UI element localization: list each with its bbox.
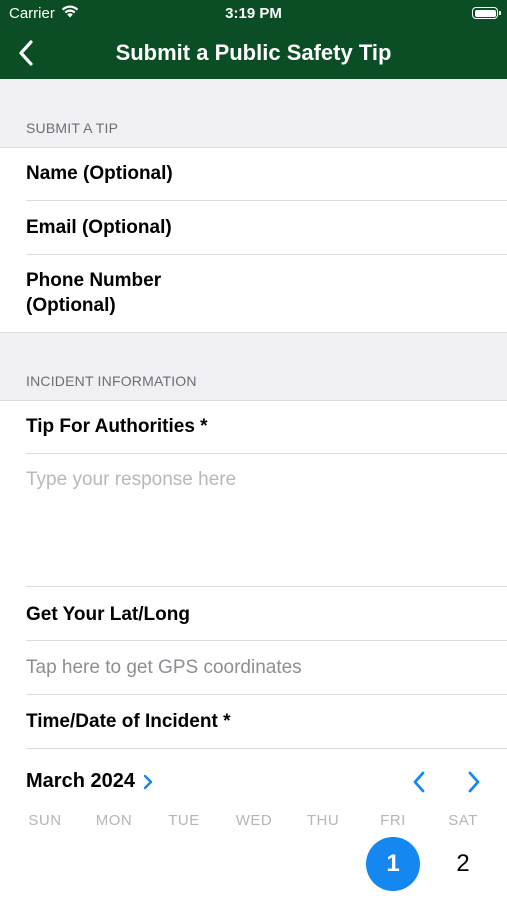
next-month-button[interactable] xyxy=(460,769,488,795)
navigation-bar: Submit a Public Safety Tip xyxy=(0,28,507,79)
weekday-fri: FRI xyxy=(380,812,406,829)
phone-label-line2: (Optional) xyxy=(26,295,116,316)
divider xyxy=(26,748,507,749)
datetime-label-row: Time/Date of Incident * xyxy=(0,695,507,748)
weekday-sun: SUN xyxy=(28,812,62,829)
calendar-header: March 2024 xyxy=(0,755,507,805)
weekday-thu: THU xyxy=(306,812,340,829)
tip-textarea[interactable]: Type your response here xyxy=(0,454,507,586)
month-label: March 2024 xyxy=(26,770,135,792)
get-gps-button[interactable]: Tap here to get GPS coordinates xyxy=(0,641,507,694)
status-time: 3:19 PM xyxy=(225,5,282,22)
phone-label-line1: Phone Number xyxy=(26,270,162,291)
chevron-right-icon xyxy=(468,771,480,793)
weekday-tue: TUE xyxy=(168,812,200,829)
weekday-sat: SAT xyxy=(448,812,478,829)
tip-label: Tip For Authorities * xyxy=(26,416,208,437)
calendar-day-1-selected[interactable]: 1 xyxy=(366,837,420,891)
name-label: Name (Optional) xyxy=(26,163,173,184)
previous-month-button[interactable] xyxy=(405,769,433,795)
section-title: INCIDENT INFORMATION xyxy=(26,373,197,389)
weekday-wed: WED xyxy=(235,812,273,829)
calendar-day-2[interactable]: 2 xyxy=(436,837,490,891)
phone-field[interactable]: Phone Number (Optional) xyxy=(0,255,507,332)
tip-placeholder: Type your response here xyxy=(26,469,237,490)
section-title: SUBMIT A TIP xyxy=(26,120,119,136)
section-header-incident-information: INCIDENT INFORMATION xyxy=(0,333,507,400)
datetime-label: Time/Date of Incident * xyxy=(26,711,231,732)
weekday-mon: MON xyxy=(95,812,133,829)
back-button[interactable] xyxy=(10,36,42,70)
battery-icon xyxy=(472,7,501,19)
latlong-label: Get Your Lat/Long xyxy=(26,604,190,625)
chevron-left-icon xyxy=(19,40,33,66)
email-label: Email (Optional) xyxy=(26,217,172,238)
tip-label-row: Tip For Authorities * xyxy=(0,401,507,453)
weekday-header-row: SUN MON TUE WED THU FRI SAT xyxy=(0,812,507,834)
chevron-right-icon xyxy=(143,774,153,789)
status-bar: Carrier 3:19 PM xyxy=(0,0,507,28)
section-header-submit-a-tip: SUBMIT A TIP xyxy=(0,79,507,147)
email-field[interactable]: Email (Optional) xyxy=(0,201,507,254)
latlong-label-row: Get Your Lat/Long xyxy=(0,587,507,640)
gps-hint: Tap here to get GPS coordinates xyxy=(26,657,302,678)
page-title: Submit a Public Safety Tip xyxy=(115,40,392,65)
chevron-left-icon xyxy=(413,771,425,793)
name-field[interactable]: Name (Optional) xyxy=(0,148,507,200)
month-year-picker-button[interactable]: March 2024 xyxy=(26,770,153,793)
